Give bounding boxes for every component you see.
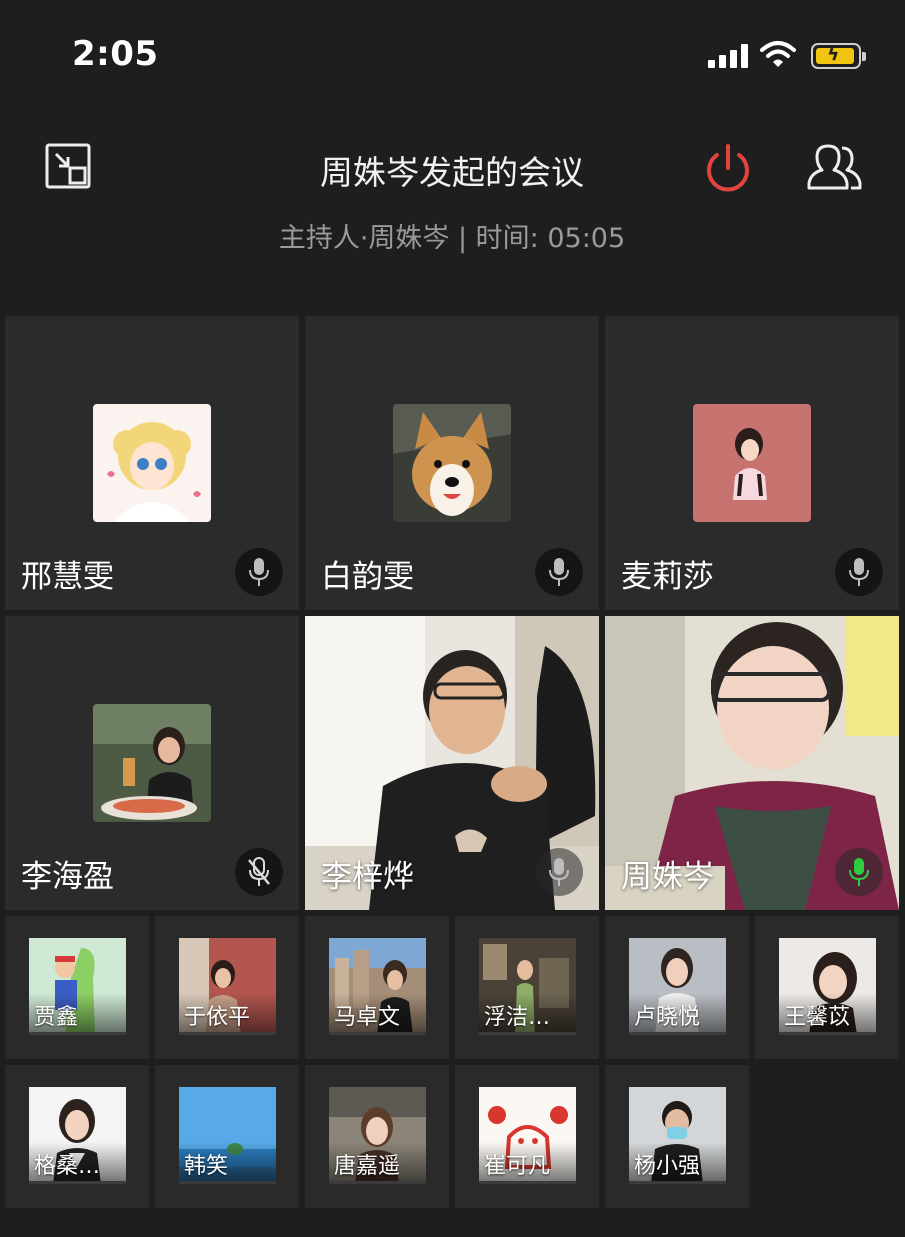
participant-avatar: 浮洁… xyxy=(479,938,576,1035)
participant-name: 麦莉莎 xyxy=(621,559,714,595)
participant-name: 格桑… xyxy=(34,1154,101,1179)
participant-avatar: 韩笑 xyxy=(179,1087,276,1184)
participant-name: 李梓烨 xyxy=(321,859,414,895)
participant-thumbnail[interactable]: 崔可凡 xyxy=(455,1065,599,1208)
participant-name: 李海盈 xyxy=(21,859,114,895)
participant-thumbnail[interactable]: 格桑… xyxy=(5,1065,149,1208)
microphone-icon[interactable] xyxy=(535,548,583,596)
participant-tile[interactable]: 邢慧雯 xyxy=(5,316,299,610)
participant-avatar: 马卓文 xyxy=(329,938,426,1035)
participant-avatar xyxy=(93,404,211,522)
participant-avatar: 贾鑫 xyxy=(29,938,126,1035)
status-time: 2:05 xyxy=(72,34,159,74)
participant-avatar: 于依平 xyxy=(179,938,276,1035)
participant-avatar: 王馨苡 xyxy=(779,938,876,1035)
microphone-icon[interactable] xyxy=(235,548,283,596)
participant-avatar xyxy=(693,404,811,522)
participant-avatar: 崔可凡 xyxy=(479,1087,576,1184)
participant-tile[interactable]: 白韵雯 xyxy=(305,316,599,610)
participant-thumbnail[interactable]: 王馨苡 xyxy=(755,916,899,1059)
participant-avatar: 卢晓悦 xyxy=(629,938,726,1035)
participant-name: 王馨苡 xyxy=(784,1005,851,1030)
participant-name: 白韵雯 xyxy=(321,559,414,595)
microphone-icon[interactable] xyxy=(535,848,583,896)
participant-avatar: 杨小强 xyxy=(629,1087,726,1184)
participant-thumbnail[interactable]: 贾鑫 xyxy=(5,916,149,1059)
cellular-signal-icon xyxy=(708,44,750,68)
participant-video-tile[interactable]: 周姝岑 xyxy=(605,616,899,910)
participant-video-tile[interactable]: 李梓烨 xyxy=(305,616,599,910)
end-meeting-power-icon[interactable] xyxy=(702,144,754,194)
participant-thumbnail[interactable]: 于依平 xyxy=(155,916,299,1059)
meeting-subtitle: 主持人·周姝岑 | 时间: 05:05 xyxy=(278,223,626,254)
participant-name: 贾鑫 xyxy=(34,1005,79,1030)
participant-name: 邢慧雯 xyxy=(21,559,114,595)
participant-avatar: 唐嘉遥 xyxy=(329,1087,426,1184)
participant-name: 韩笑 xyxy=(184,1154,229,1179)
meeting-title: 周姝岑发起的会议 xyxy=(320,153,584,192)
participant-avatar xyxy=(93,704,211,822)
participant-avatar: 格桑… xyxy=(29,1087,126,1184)
participant-name: 于依平 xyxy=(184,1005,251,1030)
participant-name: 杨小强 xyxy=(634,1154,701,1179)
participants-icon[interactable] xyxy=(806,143,866,193)
participant-name: 马卓文 xyxy=(334,1005,401,1030)
microphone-icon[interactable] xyxy=(835,548,883,596)
participant-name: 崔可凡 xyxy=(484,1154,551,1179)
battery-icon: ϟ xyxy=(811,43,866,69)
participant-name: 周姝岑 xyxy=(621,859,714,895)
participant-thumbnail[interactable]: 浮洁… xyxy=(455,916,599,1059)
participant-thumbnail[interactable]: 韩笑 xyxy=(155,1065,299,1208)
participant-avatar xyxy=(393,404,511,522)
participant-tile[interactable]: 麦莉莎 xyxy=(605,316,899,610)
participant-name: 浮洁… xyxy=(484,1005,551,1030)
participant-thumbnail[interactable]: 唐嘉遥 xyxy=(305,1065,449,1208)
participant-thumbnail[interactable]: 马卓文 xyxy=(305,916,449,1059)
participant-thumbnail[interactable]: 卢晓悦 xyxy=(605,916,749,1059)
microphone-speaking-icon[interactable] xyxy=(835,848,883,896)
participant-name: 卢晓悦 xyxy=(634,1005,701,1030)
minimize-window-icon[interactable] xyxy=(44,142,94,192)
participant-tile[interactable]: 李海盈 xyxy=(5,616,299,910)
participant-name: 唐嘉遥 xyxy=(334,1154,401,1179)
participant-thumbnail[interactable]: 杨小强 xyxy=(605,1065,749,1208)
wifi-icon xyxy=(760,41,796,67)
microphone-muted-icon[interactable] xyxy=(235,848,283,896)
